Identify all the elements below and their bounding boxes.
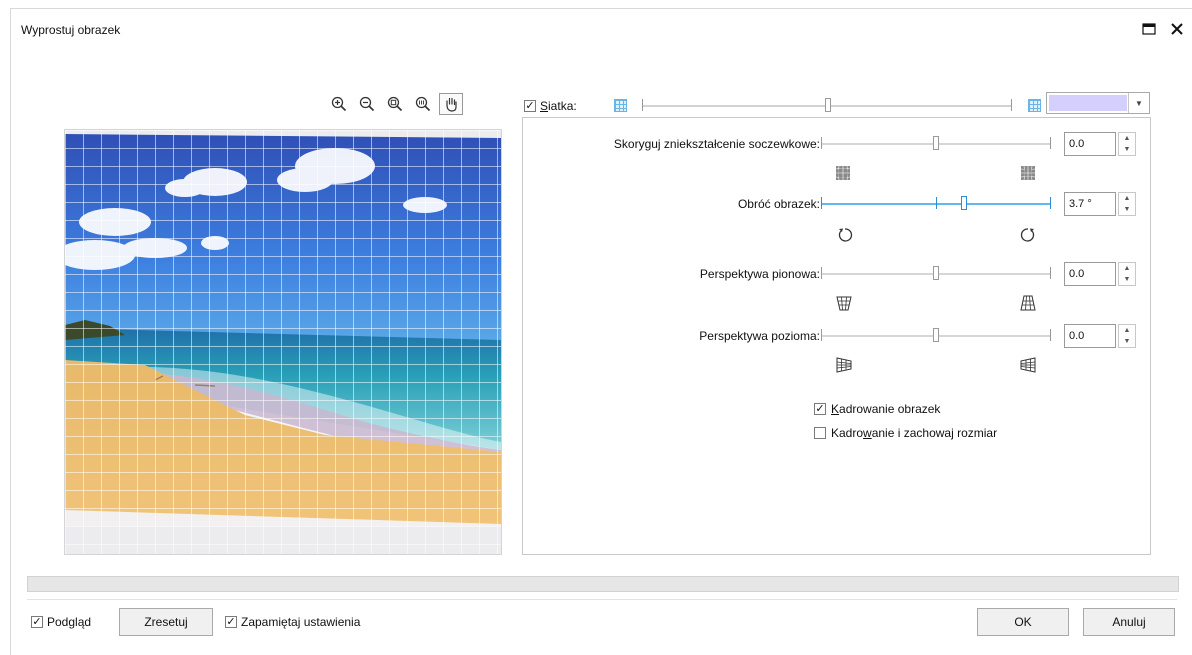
crop-keep-size-option[interactable]: Kadrowanie i zachowaj rozmiar [814,426,997,440]
cancel-button[interactable]: Anuluj [1083,608,1175,636]
zoom-toolbar [327,93,463,115]
rotate-value[interactable]: 3.7 ° [1064,192,1116,216]
zoom-in-icon[interactable] [327,93,351,115]
dialog-body: ✓ Siatka: ▼ Skoryguj zniekształcenie soc… [11,49,1192,655]
horizontal-perspective-row: Perspektywa pozioma: 0.0 ▲ ▼ [523,322,1150,350]
perspective-vertical-wide-icon [1019,294,1037,312]
grid-small-icon [614,99,627,112]
ok-button[interactable]: OK [977,608,1069,636]
grid-large-icon [1028,99,1041,112]
rotate-icons [523,226,1150,246]
rotate-left-icon [836,226,854,244]
grid-size-slider[interactable] [642,98,1012,112]
horizontal-perspective-label: Perspektywa pozioma: [699,329,820,343]
spin-arrows-icon[interactable]: ▲ ▼ [1118,132,1136,156]
rotate-thumb[interactable] [961,196,967,210]
image-preview[interactable] [64,129,502,555]
zoom-out-icon[interactable] [355,93,379,115]
dialog-title: Wyprostuj obrazek [21,23,121,37]
adjustments-panel: Skoryguj zniekształcenie soczewkowe: 0.0… [522,117,1151,555]
crop-image-checkbox[interactable]: ✓ [814,403,826,415]
horizontal-perspective-icons [523,356,1150,376]
horizontal-perspective-slider[interactable] [821,328,1051,342]
lens-distortion-spinbox[interactable]: 0.0 ▲ ▼ [1064,132,1138,156]
maximize-icon[interactable] [1139,19,1159,39]
lens-distortion-thumb[interactable] [933,136,939,150]
vertical-perspective-slider[interactable] [821,266,1051,280]
straighten-image-dialog: Wyprostuj obrazek ✓ Siatka: ▼ Skoryguj z… [10,8,1192,655]
rotate-right-icon [1019,226,1037,244]
lens-distortion-value[interactable]: 0.0 [1064,132,1116,156]
grid-toggle[interactable]: ✓ Siatka: [524,99,577,113]
vertical-perspective-row: Perspektywa pionowa: 0.0 ▲ ▼ [523,260,1150,288]
rotate-label: Obróć obrazek: [737,197,820,211]
spin-arrows-icon[interactable]: ▲ ▼ [1118,262,1136,286]
zoom-fit-icon[interactable] [383,93,407,115]
zoom-100-icon[interactable] [411,93,435,115]
preview-checkbox[interactable]: ✓ [31,616,43,628]
vertical-perspective-icons [523,294,1150,314]
lens-distortion-label: Skoryguj zniekształcenie soczewkowe: [613,137,820,151]
grid-checkbox[interactable]: ✓ [524,100,536,112]
chevron-down-icon[interactable]: ▼ [1128,93,1149,113]
perspective-horizontal-left-icon [835,356,853,374]
vertical-perspective-spinbox[interactable]: 0.0 ▲ ▼ [1064,262,1138,286]
lens-icons [523,164,1150,184]
crop-keep-size-checkbox[interactable] [814,427,826,439]
horizontal-perspective-thumb[interactable] [933,328,939,342]
hand-pan-icon[interactable] [439,93,463,115]
horizontal-perspective-spinbox[interactable]: 0.0 ▲ ▼ [1064,324,1138,348]
grid-color-swatch [1049,95,1127,111]
vertical-perspective-value[interactable]: 0.0 [1064,262,1116,286]
preview-option[interactable]: ✓ Podgląd [31,615,91,629]
grid-size-slider-thumb[interactable] [825,98,831,112]
grid-color-picker[interactable]: ▼ [1046,92,1150,114]
crop-keep-size-label: Kadrowanie i zachowaj rozmiar [831,426,998,440]
spin-arrows-icon[interactable]: ▲ ▼ [1118,192,1136,216]
preview-label: Podgląd [47,615,92,629]
perspective-vertical-narrow-icon [835,294,853,312]
grid-overlay [65,130,501,554]
vertical-perspective-thumb[interactable] [933,266,939,280]
rotate-slider[interactable] [821,196,1051,210]
vertical-perspective-label: Perspektywa pionowa: [699,267,820,281]
remember-settings-label: Zapamiętaj ustawienia [241,615,361,629]
barrel-distortion-icon [834,164,852,182]
crop-image-label: Kadrowanie obrazek [831,402,941,416]
crop-image-option[interactable]: ✓ Kadrowanie obrazek [814,402,940,416]
rotate-spinbox[interactable]: 3.7 ° ▲ ▼ [1064,192,1138,216]
lens-distortion-row: Skoryguj zniekształcenie soczewkowe: 0.0… [523,130,1150,158]
horizontal-perspective-value[interactable]: 0.0 [1064,324,1116,348]
pincushion-distortion-icon [1019,164,1037,182]
footer-divider [27,599,1177,600]
spin-arrows-icon[interactable]: ▲ ▼ [1118,324,1136,348]
progress-bar [27,576,1179,592]
remember-settings-option[interactable]: ✓ Zapamiętaj ustawienia [225,615,360,629]
perspective-horizontal-right-icon [1019,356,1037,374]
title-bar: Wyprostuj obrazek [11,9,1192,49]
remember-settings-checkbox[interactable]: ✓ [225,616,237,628]
close-icon[interactable] [1167,19,1187,39]
lens-distortion-slider[interactable] [821,136,1051,150]
grid-label: Siatka: [540,99,577,113]
rotate-row: Obróć obrazek: 3.7 ° ▲ ▼ [523,190,1150,218]
reset-button[interactable]: Zresetuj [119,608,213,636]
